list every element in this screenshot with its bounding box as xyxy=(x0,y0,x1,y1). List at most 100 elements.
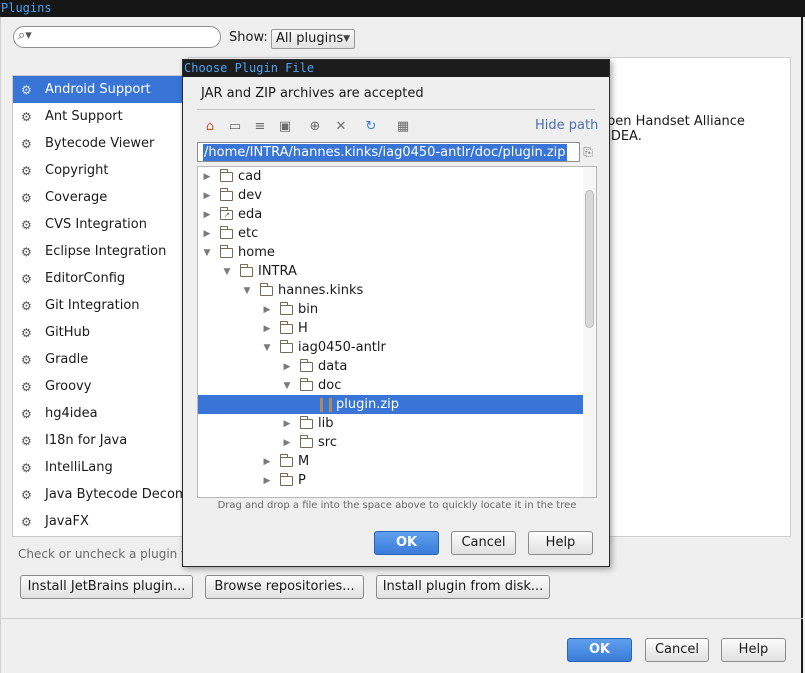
plugin-list-item[interactable]: ⚙ Gradle xyxy=(13,346,187,373)
cancel-button[interactable]: Cancel xyxy=(645,638,709,662)
folder-icon xyxy=(300,358,313,372)
chevron-right-icon[interactable]: ▶ xyxy=(262,305,272,315)
chevron-down-icon[interactable]: ▼ xyxy=(202,248,212,258)
tree-item-label: etc xyxy=(238,226,259,241)
delete-icon[interactable]: ✕ xyxy=(332,118,350,136)
tree-folder-item[interactable]: ▶ ↗ eda xyxy=(198,205,583,224)
plugin-name: Coverage xyxy=(45,190,108,205)
search-input[interactable] xyxy=(40,29,210,45)
dialog-cancel-button[interactable]: Cancel xyxy=(451,531,516,555)
file-tree[interactable]: ▶ cad ▶ dev ▶ ↗ eda ▶ etc ▼ home ▼ INTRA ▼ hannes.kink… xyxy=(197,166,597,498)
plugin-list[interactable]: ⚙ Android Support ⚙ Ant Support ⚙ Bytecode Vi… xyxy=(12,75,188,537)
tree-folder-item[interactable]: ▼ doc xyxy=(198,376,583,395)
tree-item-label: plugin.zip xyxy=(336,397,400,412)
refresh-icon[interactable]: ↻ xyxy=(362,118,380,136)
tree-folder-item[interactable]: ▶ etc xyxy=(198,224,583,243)
plugin-name: Ant Support xyxy=(45,109,123,124)
chevron-right-icon[interactable]: ▶ xyxy=(262,476,272,486)
plugin-list-item[interactable]: ⚙ Java Bytecode Decom xyxy=(13,481,187,508)
home-icon[interactable]: ⌂ xyxy=(201,118,219,136)
plugin-list-item[interactable]: ⚙ Android Support xyxy=(13,76,187,103)
chevron-right-icon[interactable]: ▶ xyxy=(282,438,292,448)
plugin-list-item[interactable]: ⚙ Copyright xyxy=(13,157,187,184)
plugin-list-item[interactable]: ⚙ Coverage xyxy=(13,184,187,211)
hide-path-link[interactable]: Hide path xyxy=(535,118,598,133)
plugin-icon: ⚙ xyxy=(21,244,32,259)
tree-folder-item[interactable]: ▶ P xyxy=(198,471,583,490)
module-icon[interactable]: ≡ xyxy=(251,118,269,136)
chevron-right-icon[interactable]: ▶ xyxy=(282,419,292,429)
folder-icon xyxy=(280,453,293,467)
tree-folder-item[interactable]: ▶ src xyxy=(198,433,583,452)
path-input[interactable]: /home/INTRA/hannes.kinks/iag0450-antlr/d… xyxy=(197,142,580,162)
chevron-right-icon[interactable]: ▶ xyxy=(282,362,292,372)
tree-folder-item[interactable]: ▶ data xyxy=(198,357,583,376)
show-hidden-icon[interactable]: ▦ xyxy=(394,118,412,136)
tree-item-label: src xyxy=(318,435,337,450)
browse-repositories-button[interactable]: Browse repositories... xyxy=(205,575,364,599)
show-filter-select[interactable]: All plugins ▼ xyxy=(271,29,355,49)
chevron-right-icon[interactable]: ▶ xyxy=(202,172,212,182)
chevron-down-icon[interactable]: ▼ xyxy=(242,286,252,296)
chevron-right-icon[interactable]: ▶ xyxy=(202,210,212,220)
tree-item-label: iag0450-antlr xyxy=(298,340,386,355)
tree-folder-item[interactable]: ▶ dev xyxy=(198,186,583,205)
plugin-list-item[interactable]: ⚙ EditorConfig xyxy=(13,265,187,292)
tree-folder-item[interactable]: ▼ home xyxy=(198,243,583,262)
folder-icon xyxy=(280,339,293,353)
tree-folder-item[interactable]: ▶ bin xyxy=(198,300,583,319)
dialog-help-button[interactable]: Help xyxy=(528,531,593,555)
tree-item-label: lib xyxy=(318,416,334,431)
chevron-right-icon[interactable]: ▶ xyxy=(262,324,272,334)
tree-folder-item[interactable]: ▼ INTRA xyxy=(198,262,583,281)
plugin-list-item[interactable]: ⚙ CVS Integration xyxy=(13,211,187,238)
tree-folder-item[interactable]: ▼ iag0450-antlr xyxy=(198,338,583,357)
plugin-list-item[interactable]: ⚙ Eclipse Integration xyxy=(13,238,187,265)
desktop-icon[interactable]: ▭ xyxy=(226,118,244,136)
plugin-list-item[interactable]: ⚙ Groovy xyxy=(13,373,187,400)
tree-folder-item[interactable]: ▶ M xyxy=(198,452,583,471)
tree-folder-item[interactable]: ▶ lib xyxy=(198,414,583,433)
plugin-name: EditorConfig xyxy=(45,271,126,286)
plugin-list-item[interactable]: ⚙ Ant Support xyxy=(13,103,187,130)
install-from-disk-button[interactable]: Install plugin from disk... xyxy=(376,575,550,599)
folder-link-icon: ↗ xyxy=(220,206,233,220)
chevron-down-icon[interactable]: ▼ xyxy=(262,343,272,353)
tree-item-label: M xyxy=(298,454,310,469)
plugin-list-item[interactable]: ⚙ Bytecode Viewer xyxy=(13,130,187,157)
scrollbar-thumb[interactable] xyxy=(585,190,594,328)
plugin-list-item[interactable]: ⚙ JavaFX xyxy=(13,508,187,535)
plugin-name: Groovy xyxy=(45,379,92,394)
plugin-name: IntelliLang xyxy=(45,460,113,475)
plugin-icon: ⚙ xyxy=(21,217,32,232)
tree-folder-item[interactable]: ▶ cad xyxy=(198,167,583,186)
chevron-right-icon[interactable]: ▶ xyxy=(202,191,212,201)
install-jetbrains-plugin-button[interactable]: Install JetBrains plugin... xyxy=(20,575,193,599)
plugin-list-item[interactable]: ⚙ I18n for Java xyxy=(13,427,187,454)
tree-folder-item[interactable]: ▶ H xyxy=(198,319,583,338)
plugin-list-item[interactable]: ⚙ hg4idea xyxy=(13,400,187,427)
show-filter-value: All plugins xyxy=(276,31,344,46)
plugin-icon: ⚙ xyxy=(21,406,32,421)
browse-path-icon[interactable]: ⎘ xyxy=(581,143,595,161)
dialog-ok-button[interactable]: OK xyxy=(374,531,439,555)
ok-button[interactable]: OK xyxy=(567,638,632,662)
tree-item-label: hannes.kinks xyxy=(278,283,364,298)
chevron-down-icon[interactable]: ▼ xyxy=(282,381,292,391)
plugin-icon: ⚙ xyxy=(21,136,32,151)
folder-icon xyxy=(240,263,253,277)
search-icon: ⌕▾ xyxy=(18,28,32,43)
tree-item-label: P xyxy=(298,473,306,488)
project-icon[interactable]: ▣ xyxy=(276,118,294,136)
plugin-list-item[interactable]: ⚙ GitHub xyxy=(13,319,187,346)
chevron-right-icon[interactable]: ▶ xyxy=(202,229,212,239)
new-folder-icon[interactable]: ⊕ xyxy=(306,118,324,136)
help-button[interactable]: Help xyxy=(721,638,786,662)
chevron-down-icon[interactable]: ▼ xyxy=(222,267,232,277)
search-field[interactable]: ⌕▾ xyxy=(13,26,221,48)
plugin-list-item[interactable]: ⚙ Git Integration xyxy=(13,292,187,319)
plugin-list-item[interactable]: ⚙ IntelliLang xyxy=(13,454,187,481)
tree-file-item[interactable]: plugin.zip xyxy=(198,395,583,414)
tree-folder-item[interactable]: ▼ hannes.kinks xyxy=(198,281,583,300)
chevron-right-icon[interactable]: ▶ xyxy=(262,457,272,467)
